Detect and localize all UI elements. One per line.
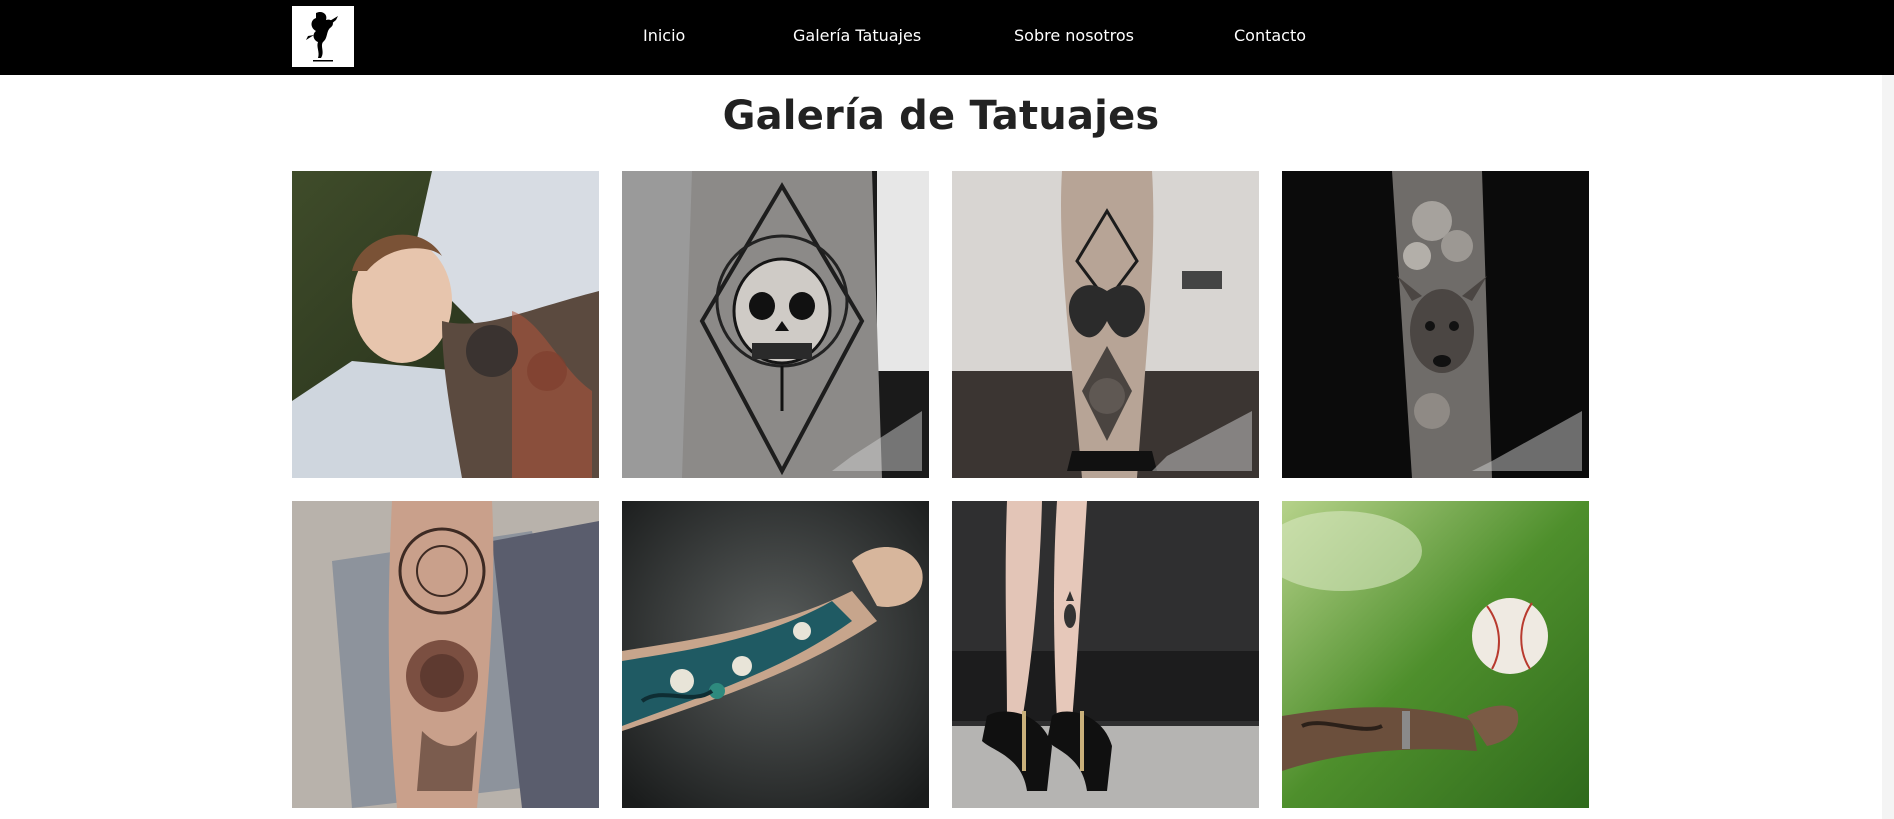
skull-forearm-tattoo-photo-icon <box>622 171 929 478</box>
navbar: Inicio Galería Tatuajes Sobre nosotros C… <box>0 0 1894 75</box>
gallery-image-skull-forearm[interactable] <box>622 171 929 478</box>
gallery-grid <box>292 171 1590 808</box>
nav-link-sobre-nosotros[interactable]: Sobre nosotros <box>1014 26 1134 45</box>
nav-link-inicio[interactable]: Inicio <box>643 26 685 45</box>
page-title: Galería de Tatuajes <box>722 93 1160 139</box>
gallery-image-pineapple-ankle[interactable] <box>952 501 1259 808</box>
gallery-image-baseball-arm[interactable] <box>1282 501 1589 808</box>
nav-link-contacto[interactable]: Contacto <box>1234 26 1306 45</box>
gallery-image-deer-sleeve[interactable] <box>1282 171 1589 478</box>
gallery-image-butterfly-leg[interactable] <box>952 171 1259 478</box>
logo-icon <box>292 6 354 67</box>
japanese-sleeve-tattoo-photo-icon <box>622 501 929 808</box>
deer-sleeve-tattoo-photo-icon <box>1282 171 1589 478</box>
neck-tattoo-photo-icon <box>292 171 599 478</box>
nav-link-galeria[interactable]: Galería Tatuajes <box>793 26 921 45</box>
gallery-image-japanese-sleeve[interactable] <box>622 501 929 808</box>
rose-mandala-tattoo-photo-icon <box>292 501 599 808</box>
gallery-image-rose-mandala[interactable] <box>292 501 599 808</box>
butterfly-leg-tattoo-photo-icon <box>952 171 1259 478</box>
baseball-arm-tattoo-photo-icon <box>1282 501 1589 808</box>
logo[interactable] <box>292 6 354 67</box>
scrollbar[interactable] <box>1882 75 1894 819</box>
pineapple-ankle-tattoo-photo-icon <box>952 501 1259 808</box>
gallery-image-neck-tattoo[interactable] <box>292 171 599 478</box>
